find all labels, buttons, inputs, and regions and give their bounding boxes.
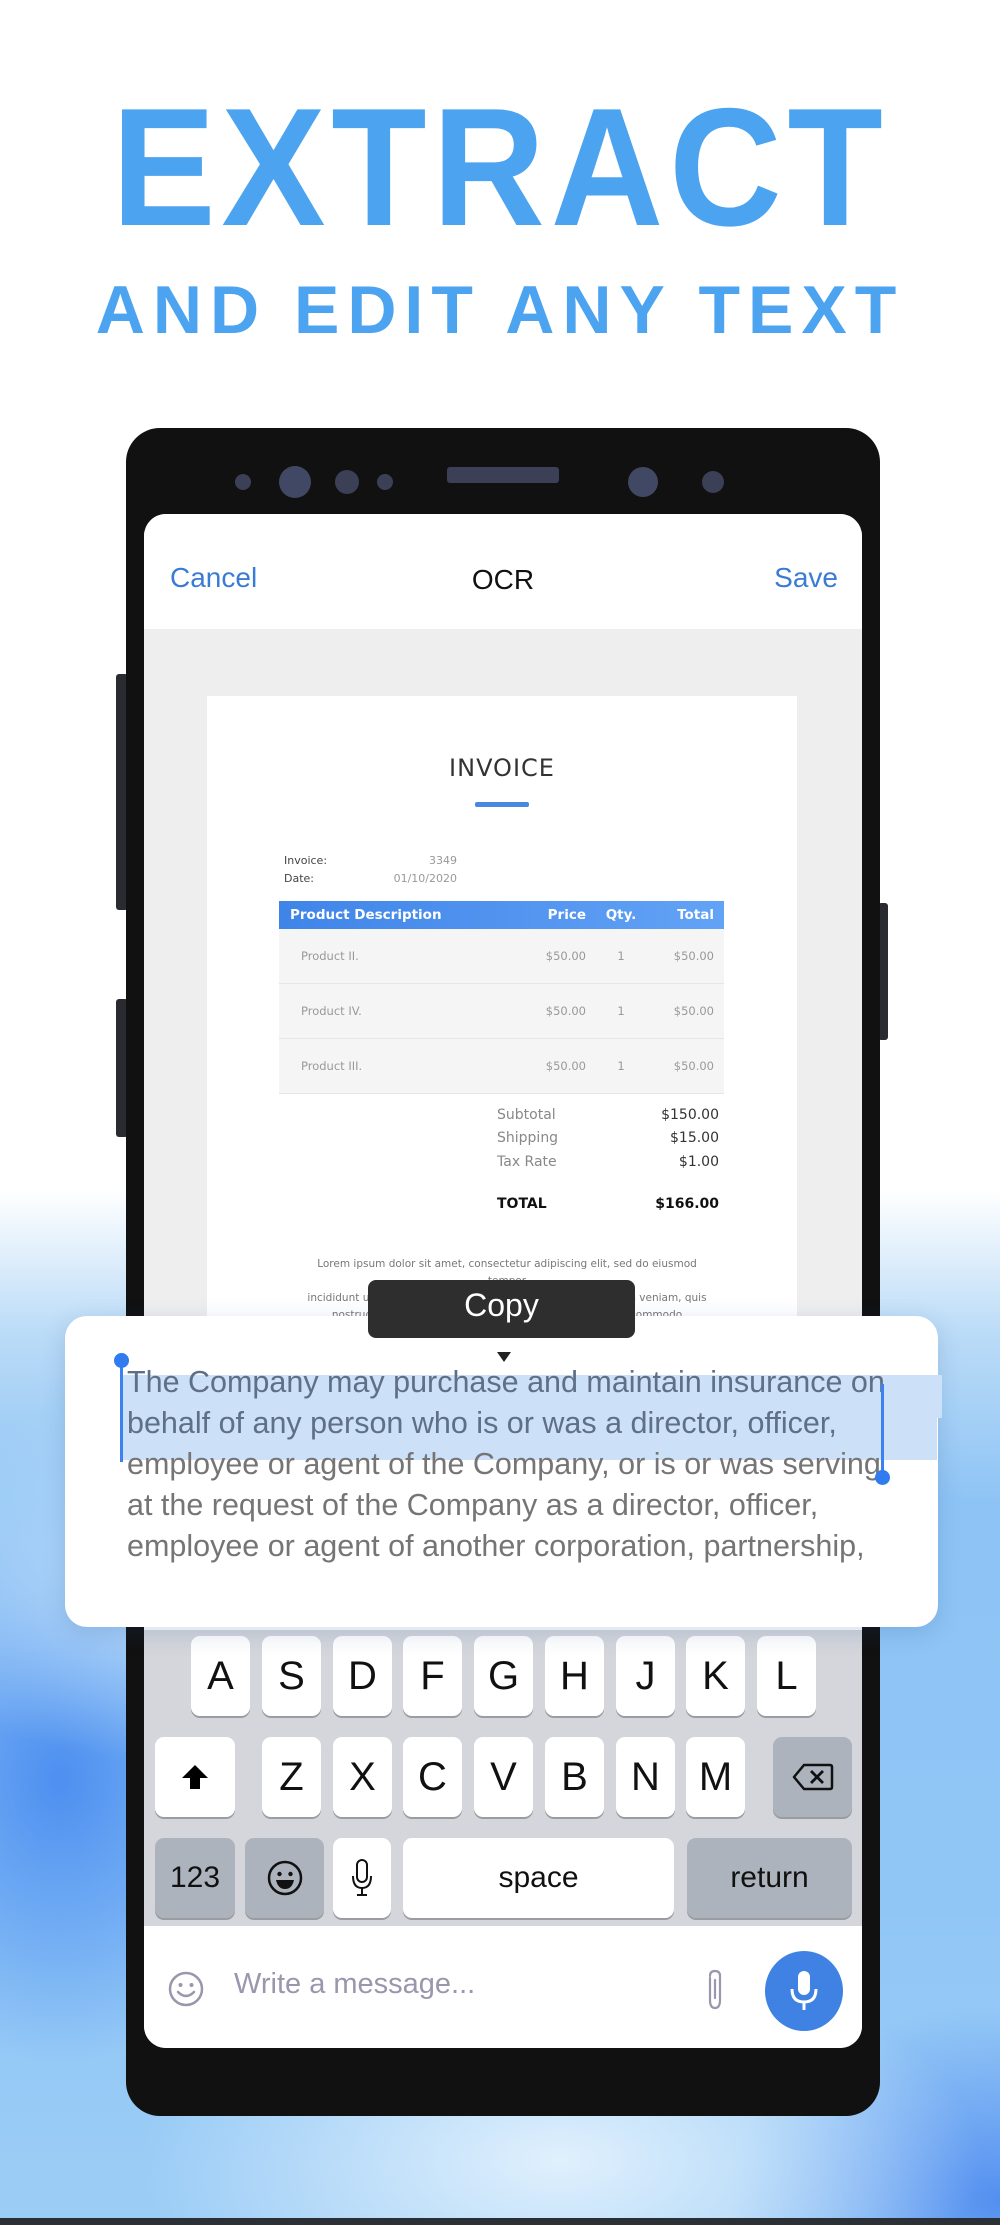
emoji-button-icon[interactable] bbox=[167, 1970, 205, 2008]
document-preview: INVOICE Invoice: 3349 Date: 01/10/2020 P… bbox=[144, 629, 862, 1396]
key-m[interactable]: M bbox=[686, 1737, 745, 1817]
emoji-key[interactable] bbox=[245, 1838, 324, 1918]
tax-value: $1.00 bbox=[678, 1154, 719, 1170]
price-cell: $50.00 bbox=[545, 1004, 586, 1018]
promo-headline: EXTRACT bbox=[111, 73, 889, 261]
key-j[interactable]: J bbox=[616, 1636, 675, 1716]
bottom-edge bbox=[0, 2218, 1000, 2225]
table-header: Product Description Price Qty. Total bbox=[279, 901, 724, 929]
promo-subheadline: AND EDIT ANY TEXT bbox=[95, 272, 905, 348]
tax-label: Tax Rate bbox=[497, 1154, 557, 1170]
qty-cell: 1 bbox=[617, 1004, 625, 1018]
qty-cell: 1 bbox=[617, 949, 625, 963]
column-header: Total bbox=[677, 907, 714, 923]
invoice-number-value: 3349 bbox=[429, 854, 457, 867]
phone-frame: Cancel OCR Save INVOICE Invoice: 3349 Da… bbox=[126, 428, 880, 2116]
column-header: Price bbox=[547, 907, 586, 923]
price-cell: $50.00 bbox=[545, 949, 586, 963]
shift-key[interactable] bbox=[155, 1737, 235, 1817]
price-cell: $50.00 bbox=[545, 1059, 586, 1073]
selection-end-knob[interactable] bbox=[875, 1470, 890, 1485]
shipping-label: Shipping bbox=[497, 1130, 559, 1146]
recognized-text[interactable]: The Company may purchase and maintain in… bbox=[127, 1362, 957, 1567]
table-row: Product IV. $50.00 1 $50.00 bbox=[279, 984, 724, 1039]
selection-end-handle[interactable] bbox=[881, 1384, 884, 1478]
key-k[interactable]: K bbox=[686, 1636, 745, 1716]
key-c[interactable]: C bbox=[403, 1737, 462, 1817]
sensor-dot bbox=[377, 474, 393, 490]
table-row: Product III. $50.00 1 $50.00 bbox=[279, 1039, 724, 1094]
attachment-icon[interactable] bbox=[703, 1968, 727, 2012]
title-underline bbox=[475, 802, 529, 807]
sensor-dot bbox=[335, 470, 359, 494]
front-camera-icon bbox=[279, 466, 311, 498]
subtotal-value: $150.00 bbox=[661, 1107, 719, 1123]
key-x[interactable]: X bbox=[333, 1737, 392, 1817]
keyboard: A S D F G H J K L Z X C V B N M 123 spac… bbox=[144, 1630, 862, 1926]
backspace-icon bbox=[792, 1763, 833, 1791]
microphone-icon bbox=[352, 1859, 372, 1896]
text-line: employee or agent of another corporation… bbox=[127, 1529, 865, 1563]
text-line-selected: behalf of any person who is or was a dir… bbox=[127, 1406, 837, 1440]
invoice-title: INVOICE bbox=[449, 754, 555, 782]
copy-menu-button[interactable]: Copy bbox=[368, 1280, 635, 1338]
sensor-dot bbox=[702, 471, 724, 493]
selection-start-knob[interactable] bbox=[114, 1353, 129, 1368]
column-header: Product Description bbox=[290, 907, 442, 923]
key-d[interactable]: D bbox=[333, 1636, 392, 1716]
message-input[interactable]: Write a message... bbox=[234, 1968, 475, 2001]
invoice-table: Product Description Price Qty. Total Pro… bbox=[279, 901, 724, 1094]
return-key[interactable]: return bbox=[687, 1838, 852, 1918]
invoice-date-value: 01/10/2020 bbox=[393, 872, 457, 885]
selection-start-handle[interactable] bbox=[120, 1360, 123, 1462]
shift-arrow-icon bbox=[182, 1765, 208, 1789]
microphone-icon bbox=[790, 1971, 818, 2010]
ocr-result-panel: The Company may purchase and maintain in… bbox=[65, 1316, 942, 1627]
product-cell: Product III. bbox=[301, 1059, 363, 1073]
numbers-key[interactable]: 123 bbox=[155, 1838, 235, 1918]
space-key[interactable]: space bbox=[403, 1838, 674, 1918]
total-value: $166.00 bbox=[655, 1196, 719, 1212]
save-button[interactable]: Save bbox=[774, 562, 838, 594]
key-z[interactable]: Z bbox=[262, 1737, 321, 1817]
key-a[interactable]: A bbox=[191, 1636, 250, 1716]
key-b[interactable]: B bbox=[545, 1737, 604, 1817]
qty-cell: 1 bbox=[617, 1059, 625, 1073]
column-header: Qty. bbox=[605, 907, 637, 923]
sensor-dot bbox=[235, 474, 251, 490]
total-label: TOTAL bbox=[497, 1196, 547, 1212]
text-line-selected: The Company may purchase and maintain in… bbox=[127, 1365, 885, 1399]
front-camera-icon bbox=[628, 467, 658, 497]
key-v[interactable]: V bbox=[474, 1737, 533, 1817]
key-s[interactable]: S bbox=[262, 1636, 321, 1716]
key-h[interactable]: H bbox=[545, 1636, 604, 1716]
invoice-number-label: Invoice: bbox=[284, 854, 328, 867]
emoji-icon bbox=[267, 1860, 302, 1896]
product-cell: Product II. bbox=[301, 949, 359, 963]
menu-pointer-icon bbox=[497, 1352, 511, 1362]
key-l[interactable]: L bbox=[757, 1636, 816, 1716]
text-line: at the request of the Company as a direc… bbox=[127, 1488, 819, 1522]
product-cell: Product IV. bbox=[301, 1004, 362, 1018]
key-g[interactable]: G bbox=[474, 1636, 533, 1716]
subtotal-label: Subtotal bbox=[497, 1107, 556, 1123]
table-row: Product II. $50.00 1 $50.00 bbox=[279, 929, 724, 984]
key-f[interactable]: F bbox=[403, 1636, 462, 1716]
earpiece-speaker bbox=[447, 467, 559, 483]
key-n[interactable]: N bbox=[616, 1737, 675, 1817]
voice-record-button[interactable] bbox=[765, 1951, 843, 2031]
total-cell: $50.00 bbox=[673, 949, 714, 963]
total-cell: $50.00 bbox=[673, 1004, 714, 1018]
backspace-key[interactable] bbox=[773, 1737, 852, 1817]
total-cell: $50.00 bbox=[673, 1059, 714, 1073]
text-line: employee or agent of the Company, or is … bbox=[127, 1447, 881, 1481]
page-title: OCR bbox=[471, 564, 535, 595]
invoice-date-label: Date: bbox=[284, 872, 314, 885]
nav-bar: Cancel OCR Save bbox=[144, 514, 862, 629]
shipping-value: $15.00 bbox=[670, 1130, 719, 1146]
message-composer: Write a message... bbox=[144, 1926, 862, 2048]
dictation-key[interactable] bbox=[333, 1838, 391, 1918]
